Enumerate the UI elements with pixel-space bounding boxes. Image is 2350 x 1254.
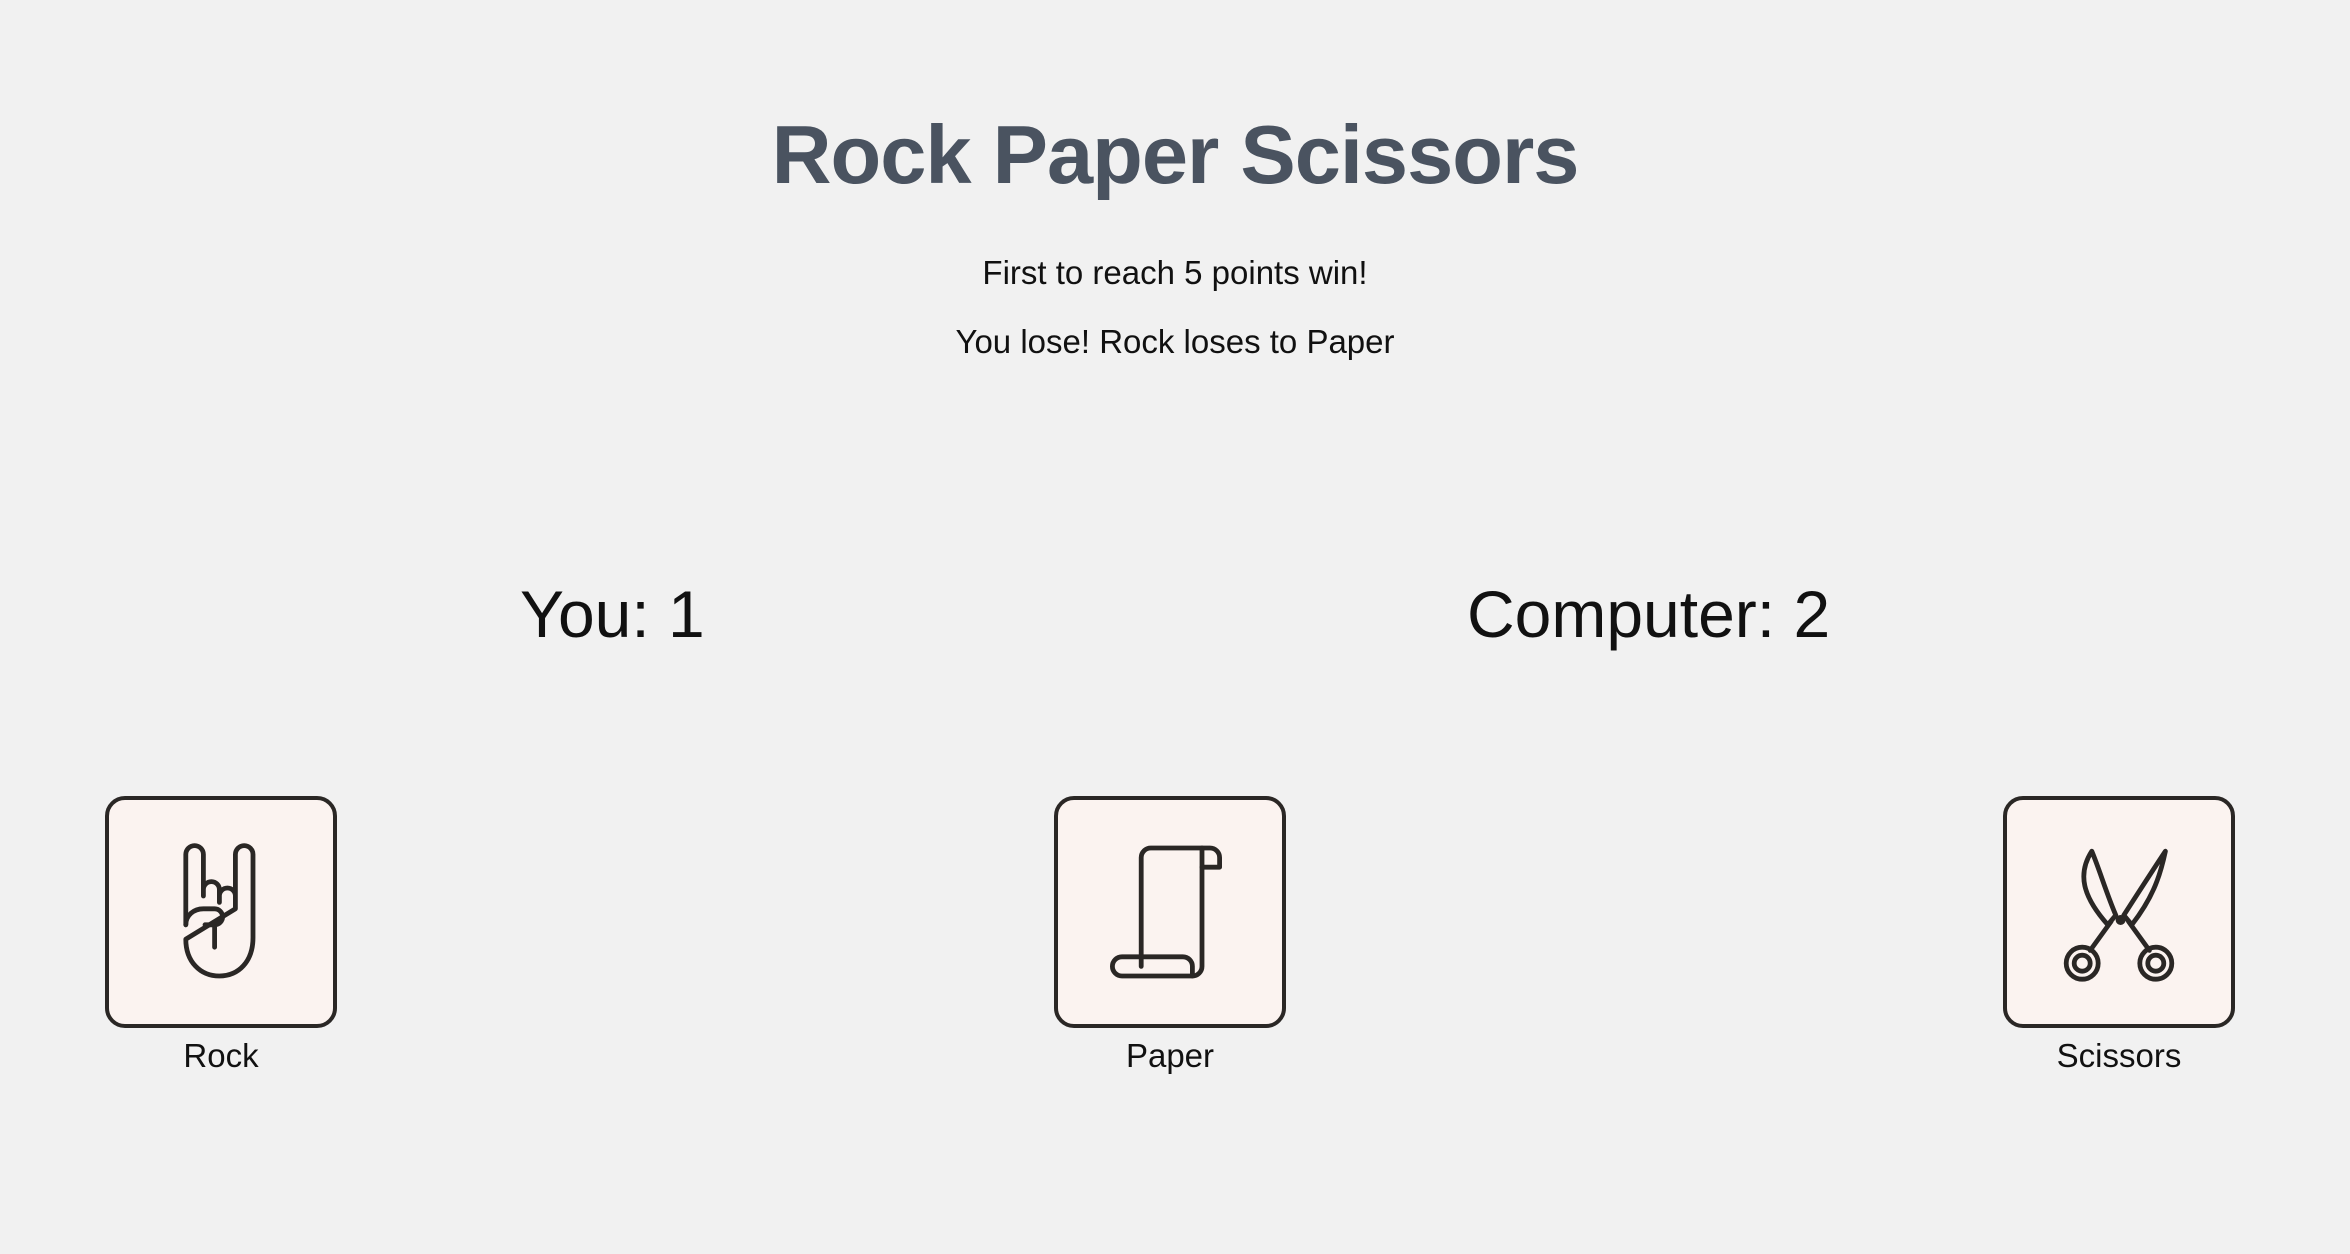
scissors-icon [2063, 848, 2175, 982]
choice-scissors: Scissors [2003, 796, 2235, 1076]
game-header: Rock Paper Scissors First to reach 5 poi… [0, 105, 2350, 362]
round-result-text: You lose! Rock loses to Paper [955, 323, 1395, 361]
scissors-label: Scissors [2056, 1037, 2182, 1074]
rule-text: First to reach 5 points win! [982, 253, 1368, 291]
scissors-button[interactable] [2003, 796, 2235, 1028]
paper-scroll-icon [1110, 845, 1222, 979]
computer-score: Computer: 2 [1467, 577, 1831, 651]
paper-button[interactable] [1054, 796, 1286, 1028]
rock-hand-icon [183, 843, 256, 979]
page-title: Rock Paper Scissors [771, 108, 1580, 201]
scoreboard: You: 1 Computer: 2 [0, 575, 2350, 655]
choice-rock: Rock [105, 796, 337, 1076]
choice-paper: Paper [1054, 796, 1286, 1076]
player-score: You: 1 [520, 577, 705, 651]
rock-label: Rock [183, 1037, 259, 1074]
rock-button[interactable] [105, 796, 337, 1028]
paper-label: Paper [1125, 1037, 1215, 1074]
